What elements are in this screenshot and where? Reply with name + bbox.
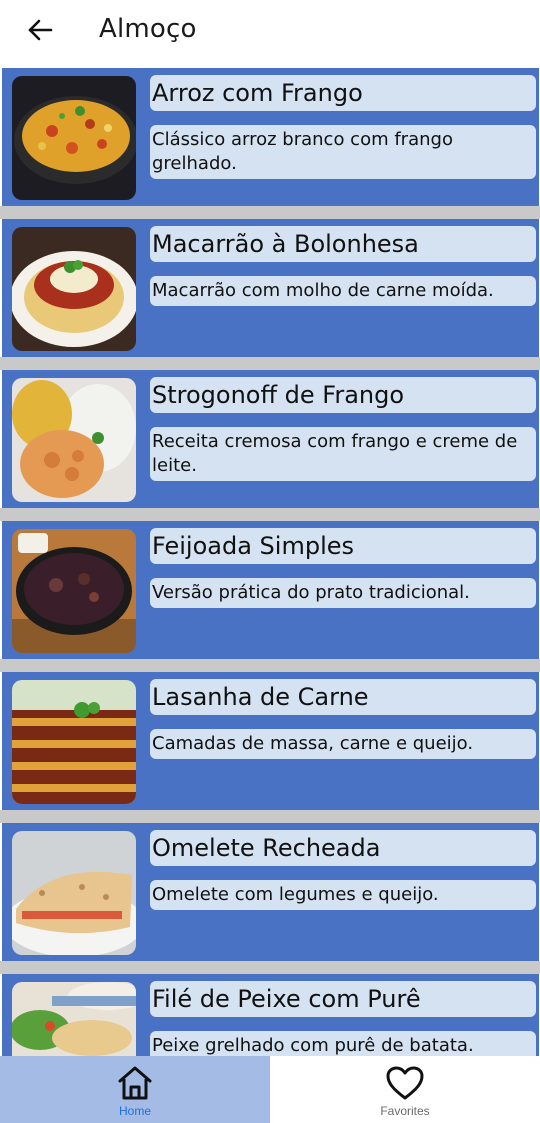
recipe-card[interactable]: Lasanha de Carne Camadas de massa, carne… <box>2 672 539 810</box>
lasanha-photo <box>12 680 136 804</box>
divider <box>0 810 540 823</box>
arrow-back-icon <box>28 19 53 41</box>
recipe-description: Versão prática do prato tradicional. <box>150 578 536 608</box>
recipe-card[interactable]: Arroz com Frango Clássico arroz branco c… <box>2 68 539 206</box>
recipe-description: Macarrão com molho de carne moída. <box>150 276 536 306</box>
recipe-list[interactable]: Arroz com Frango Clássico arroz branco c… <box>0 66 540 1056</box>
recipe-title: Feijoada Simples <box>150 528 536 564</box>
recipe-card[interactable]: Strogonoff de Frango Receita cremosa com… <box>2 370 539 508</box>
back-button[interactable] <box>20 12 60 48</box>
omelete-photo <box>12 831 136 955</box>
heart-icon <box>386 1066 424 1100</box>
page-title: Almoço <box>99 14 197 44</box>
recipe-description: Omelete com legumes e queijo. <box>150 880 536 910</box>
recipe-card[interactable]: Filé de Peixe com Purê Peixe grelhado co… <box>2 974 539 1056</box>
divider <box>0 659 540 672</box>
divider <box>0 206 540 219</box>
divider <box>0 357 540 370</box>
divider <box>0 508 540 521</box>
recipe-title: Filé de Peixe com Purê <box>150 981 536 1017</box>
arroz-com-frango-photo <box>12 76 136 200</box>
divider <box>0 961 540 974</box>
nav-home[interactable]: Home <box>0 1056 270 1123</box>
feijoada-photo <box>12 529 136 653</box>
recipe-title: Strogonoff de Frango <box>150 377 536 413</box>
recipe-card[interactable]: Feijoada Simples Versão prática do prato… <box>2 521 539 659</box>
macarrao-bolonhesa-photo <box>12 227 136 351</box>
recipe-card[interactable]: Macarrão à Bolonhesa Macarrão com molho … <box>2 219 539 357</box>
nav-home-label: Home <box>118 1104 151 1118</box>
home-icon <box>118 1066 152 1100</box>
recipe-title: Omelete Recheada <box>150 830 536 866</box>
app-bar: Almoço <box>0 0 540 66</box>
peixe-pure-photo <box>12 982 136 1056</box>
recipe-title: Arroz com Frango <box>150 75 536 111</box>
recipe-description: Camadas de massa, carne e queijo. <box>150 729 536 759</box>
recipe-card[interactable]: Omelete Recheada Omelete com legumes e q… <box>2 823 539 961</box>
recipe-title: Lasanha de Carne <box>150 679 536 715</box>
recipe-description: Clássico arroz branco com frango grelhad… <box>150 125 536 179</box>
nav-favorites-label: Favorites <box>380 1104 430 1118</box>
strogonoff-photo <box>12 378 136 502</box>
nav-favorites[interactable]: Favorites <box>270 1056 540 1123</box>
recipe-description: Receita cremosa com frango e creme de le… <box>150 427 536 481</box>
bottom-navigation: Home Favorites <box>0 1056 540 1123</box>
recipe-title: Macarrão à Bolonhesa <box>150 226 536 262</box>
recipe-description: Peixe grelhado com purê de batata. <box>150 1031 536 1056</box>
